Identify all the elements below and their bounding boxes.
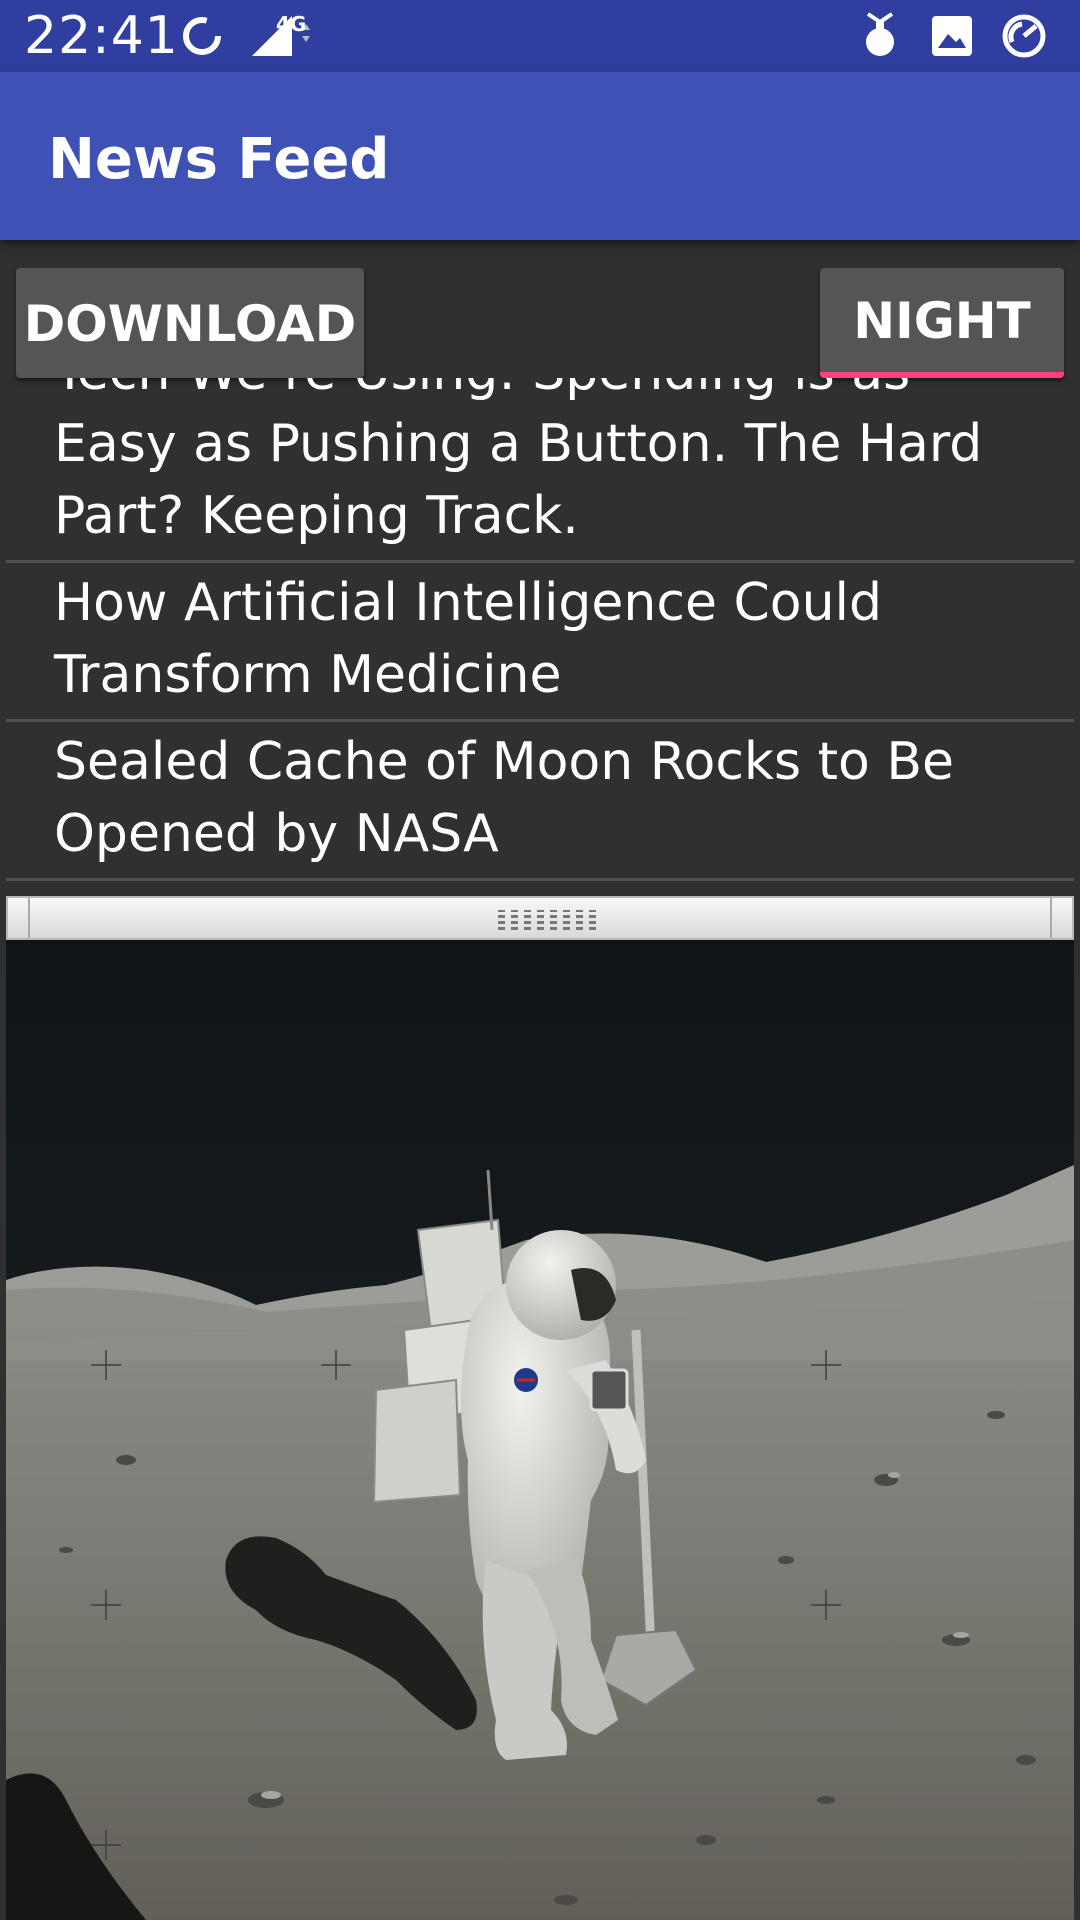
news-item-title: How Artificial Intelligence Could Transf… xyxy=(54,573,883,705)
split-pane-divider[interactable] xyxy=(6,896,1074,940)
news-item-title: Tech We’re Using: Spending is as Easy as… xyxy=(54,378,983,546)
drag-handle-icon[interactable] xyxy=(498,910,598,930)
status-time: 22:41 xyxy=(24,6,179,66)
news-item[interactable]: Tech We’re Using: Spending is as Easy as… xyxy=(6,378,1074,563)
bomb-notification-icon xyxy=(858,10,902,64)
sync-icon xyxy=(180,14,224,62)
news-item[interactable]: Sealed Cache of Moon Rocks to Be Opened … xyxy=(6,722,1074,881)
download-button[interactable]: DOWNLOAD xyxy=(16,268,364,378)
news-item[interactable]: How Artificial Intelligence Could Transf… xyxy=(6,563,1074,722)
news-list-content: Tech We’re Using: Spending is as Easy as… xyxy=(6,378,1074,881)
image-notification-icon xyxy=(930,14,974,62)
night-mode-button[interactable]: NIGHT xyxy=(820,268,1064,378)
network-type-label: 4G xyxy=(276,12,307,36)
article-image xyxy=(6,940,1074,1920)
app-title: News Feed xyxy=(48,127,390,192)
speedometer-icon xyxy=(1000,12,1048,64)
news-item-title: Sealed Cache of Moon Rocks to Be Opened … xyxy=(54,732,955,864)
app-bar: News Feed xyxy=(0,72,1080,240)
news-list[interactable]: Tech We’re Using: Spending is as Easy as… xyxy=(6,378,1074,896)
status-bar: 22:41 4G xyxy=(0,0,1080,72)
